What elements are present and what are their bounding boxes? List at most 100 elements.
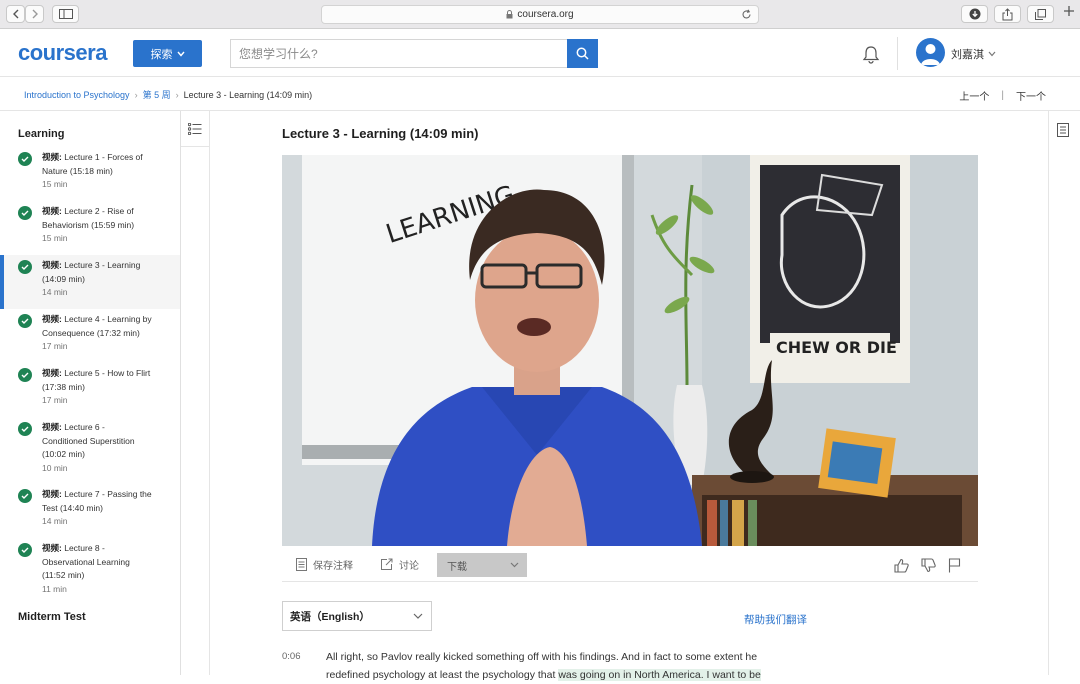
notes-divider <box>1048 111 1049 675</box>
notes-panel-button[interactable] <box>1057 123 1069 137</box>
share-button[interactable] <box>994 5 1021 23</box>
report-button[interactable] <box>948 558 961 573</box>
item-kind: 视频: <box>42 422 62 432</box>
sidebar-item-lecture-5[interactable]: 视频: Lecture 5 - How to Flirt (17:38 min)… <box>0 363 180 417</box>
header-divider <box>897 37 898 70</box>
plus-icon <box>1064 6 1074 16</box>
chevron-right-icon <box>32 9 38 19</box>
item-duration: 15 min <box>42 233 68 243</box>
download-icon <box>969 8 980 20</box>
transcript-highlight: was going on in North America. I want to… <box>558 669 761 681</box>
list-icon <box>188 122 202 135</box>
page-title: Lecture 3 - Learning (14:09 min) <box>282 126 479 141</box>
help-translate-link[interactable]: 帮助我们翻译 <box>744 612 807 627</box>
save-notes-button[interactable]: 保存注释 <box>296 557 353 572</box>
nav-separator: | <box>1001 90 1004 101</box>
search-icon <box>576 47 589 60</box>
explore-button[interactable]: 探索 <box>133 40 202 67</box>
item-kind: 视频: <box>42 206 62 216</box>
discuss-button[interactable]: 讨论 <box>380 557 419 572</box>
week-title: Learning <box>18 128 65 140</box>
explore-label: 探索 <box>150 48 173 61</box>
item-duration: 11 min <box>42 583 67 594</box>
sidebar-item-lecture-7[interactable]: 视频: Lecture 7 - Passing the Test (14:40 … <box>0 484 180 538</box>
share-icon <box>1002 7 1013 20</box>
video-frame: LEARNING CHEW OR DIE <box>282 155 978 546</box>
back-button[interactable] <box>6 5 25 23</box>
sidebar-item-lecture-3[interactable]: 视频: Lecture 3 - Learning (14:09 min) 14 m… <box>0 255 180 309</box>
flag-icon <box>948 558 961 573</box>
sidebar-item-lecture-6[interactable]: 视频: Lecture 6 - Conditioned Superstition… <box>0 417 180 484</box>
check-circle-icon <box>18 260 32 274</box>
thumbs-up-icon <box>894 558 909 573</box>
check-circle-icon <box>18 206 32 220</box>
sidebar-item-lecture-2[interactable]: 视频: Lecture 2 - Rise of Behaviorism (15:… <box>0 201 180 255</box>
discuss-label: 讨论 <box>399 561 419 572</box>
video-player[interactable]: LEARNING CHEW OR DIE <box>282 155 978 546</box>
transcript-line: redefined psychology at least the psycho… <box>326 669 559 681</box>
item-kind: 视频: <box>42 368 62 378</box>
sidebar-item-lecture-1[interactable]: 视频: Lecture 1 - Forces of Nature (15:18 … <box>0 147 180 201</box>
item-duration: 14 min <box>42 287 68 297</box>
sidebar-item-lecture-8[interactable]: 视频: Lecture 8 - Observational Learning (… <box>0 538 180 605</box>
avatar[interactable] <box>916 38 945 67</box>
sidebar-toggle-button[interactable] <box>52 5 79 23</box>
item-duration: 17 min <box>42 395 68 405</box>
chevron-down-icon <box>176 51 185 57</box>
check-circle-icon <box>18 543 32 557</box>
item-kind: 视频: <box>42 314 62 324</box>
chevron-right-icon: › <box>134 89 138 100</box>
item-duration: 14 min <box>42 516 68 526</box>
chevron-right-icon: › <box>175 89 179 100</box>
content-divider <box>209 147 210 675</box>
bell-icon <box>862 46 880 64</box>
site-header: coursera 探索 您想学习什么? 刘嘉淇 <box>0 29 1080 77</box>
transcript-language-select[interactable]: 英语（English） <box>282 601 432 631</box>
address-bar[interactable]: coursera.org <box>321 5 759 24</box>
downloads-button[interactable] <box>961 5 988 23</box>
transcript-text[interactable]: All right, so Pavlov really kicked somet… <box>326 648 796 684</box>
document-icon <box>1057 123 1069 137</box>
username-label: 刘嘉淇 <box>951 49 984 61</box>
next-button[interactable]: 下一个 <box>1016 88 1046 103</box>
section-title-midterm[interactable]: Midterm Test <box>18 611 86 623</box>
notifications-button[interactable] <box>862 45 880 64</box>
chevron-left-icon <box>12 9 18 19</box>
url-text: coursera.org <box>517 9 574 20</box>
item-kind: 视频: <box>42 152 62 162</box>
like-button[interactable] <box>894 558 909 573</box>
breadcrumb-current: Lecture 3 - Learning (14:09 min) <box>183 89 313 100</box>
download-dropdown[interactable]: 下载 <box>437 553 527 577</box>
save-notes-label: 保存注释 <box>313 561 353 572</box>
previous-button[interactable]: 上一个 <box>959 88 989 103</box>
item-kind: 视频: <box>42 489 62 499</box>
toc-toggle-button[interactable] <box>181 111 210 147</box>
item-duration: 17 min <box>42 341 68 351</box>
check-circle-icon <box>18 314 32 328</box>
item-kind: 视频: <box>42 260 62 270</box>
tabs-overview-button[interactable] <box>1027 5 1054 23</box>
search-button[interactable] <box>567 39 598 68</box>
sidebar-item-lecture-4[interactable]: 视频: Lecture 4 - Learning by Consequence … <box>0 309 180 363</box>
tabs-icon <box>1035 8 1046 20</box>
breadcrumb-week[interactable]: 第 5 周 <box>143 88 171 101</box>
chevron-down-icon <box>988 51 996 57</box>
reload-icon[interactable] <box>741 9 752 20</box>
dislike-button[interactable] <box>921 558 936 573</box>
transcript-timestamp[interactable]: 0:06 <box>282 648 301 666</box>
video-toolbar: 保存注释 讨论 下载 <box>282 548 978 582</box>
check-circle-icon <box>18 368 32 382</box>
breadcrumb-course[interactable]: Introduction to Psychology <box>24 90 130 100</box>
new-tab-button[interactable] <box>1063 5 1075 17</box>
transcript-line: All right, so Pavlov really kicked somet… <box>326 651 758 663</box>
check-circle-icon <box>18 152 32 166</box>
chevron-down-icon <box>413 613 423 619</box>
user-menu[interactable]: 刘嘉淇 <box>951 46 996 62</box>
user-icon <box>921 44 940 65</box>
forward-button[interactable] <box>25 5 44 23</box>
check-circle-icon <box>18 489 32 503</box>
coursera-logo[interactable]: coursera <box>18 40 107 66</box>
search-input[interactable]: 您想学习什么? <box>230 39 568 68</box>
item-duration: 10 min <box>42 462 68 473</box>
item-kind: 视频: <box>42 543 62 553</box>
